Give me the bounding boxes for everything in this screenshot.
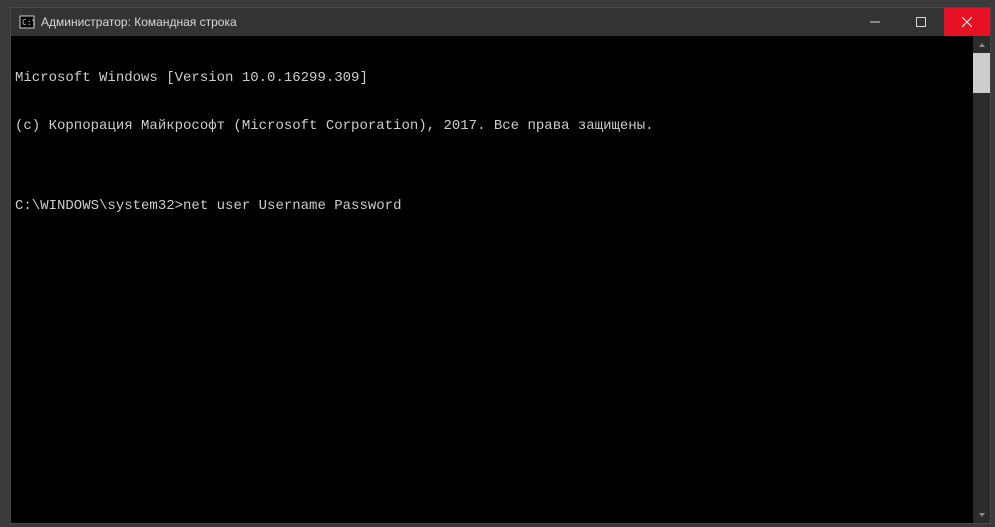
close-button[interactable] [944, 8, 990, 36]
terminal-prompt-line: C:\WINDOWS\system32>net user Username Pa… [15, 198, 969, 214]
vertical-scrollbar[interactable] [973, 36, 990, 523]
terminal[interactable]: Microsoft Windows [Version 10.0.16299.30… [11, 36, 973, 523]
terminal-output-line: (c) Корпорация Майкрософт (Microsoft Cor… [15, 118, 969, 134]
svg-text:C:\: C:\ [22, 18, 35, 27]
scrollbar-track[interactable] [973, 53, 990, 506]
minimize-button[interactable] [852, 8, 898, 36]
terminal-prompt: C:\WINDOWS\system32> [15, 198, 183, 214]
scrollbar-thumb[interactable] [973, 53, 990, 93]
maximize-button[interactable] [898, 8, 944, 36]
titlebar[interactable]: C:\ Администратор: Командная строка [11, 8, 990, 36]
command-prompt-window: C:\ Администратор: Командная строка Micr… [10, 7, 991, 524]
app-icon: C:\ [19, 14, 35, 30]
window-controls [852, 8, 990, 36]
scroll-up-arrow-icon[interactable] [973, 36, 990, 53]
terminal-command: net user Username Password [183, 198, 401, 214]
terminal-output-line: Microsoft Windows [Version 10.0.16299.30… [15, 70, 969, 86]
scroll-down-arrow-icon[interactable] [973, 506, 990, 523]
content-area: Microsoft Windows [Version 10.0.16299.30… [11, 36, 990, 523]
window-title: Администратор: Командная строка [41, 15, 237, 29]
